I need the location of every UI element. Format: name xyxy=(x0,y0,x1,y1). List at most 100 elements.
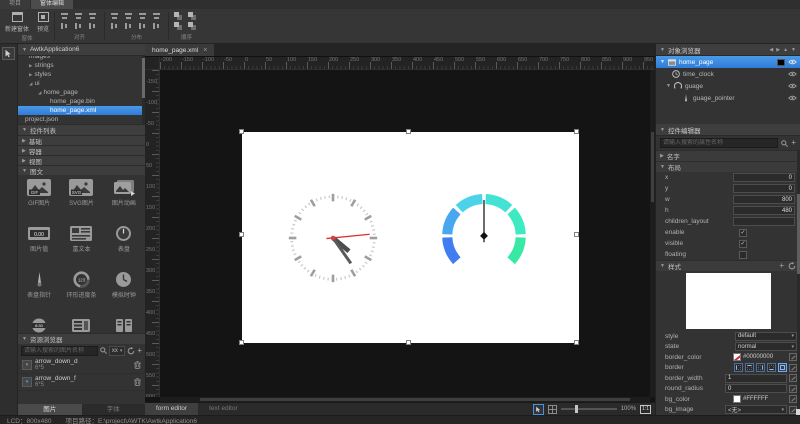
bg-color-swatch[interactable] xyxy=(733,395,741,403)
selection-handle[interactable] xyxy=(406,340,411,345)
preview-button[interactable]: 预览 xyxy=(37,12,49,33)
selection-handle[interactable] xyxy=(574,340,579,345)
w-input[interactable]: 800 xyxy=(733,195,795,204)
analog-clock-widget[interactable] xyxy=(286,191,380,285)
selection-handle[interactable] xyxy=(239,340,244,345)
tree-item-project-json[interactable]: project.json xyxy=(18,115,145,124)
align-right-icon[interactable] xyxy=(88,12,97,20)
project-root-dropdown[interactable]: ▼ AwtkApplication6 xyxy=(18,44,145,56)
resource-item[interactable]: ▾ arrow_down_f 6*5 xyxy=(18,374,145,391)
delete-icon[interactable] xyxy=(134,361,141,369)
distribute-h-center-icon[interactable] xyxy=(124,12,133,20)
section-container[interactable]: ▶容器 xyxy=(18,145,145,155)
object-home-page[interactable]: ▼ home_page xyxy=(656,56,800,68)
bg-color-reset-icon[interactable] xyxy=(789,395,797,403)
object-guage[interactable]: ▼ guage xyxy=(656,80,800,92)
widget-text-selector[interactable] xyxy=(60,317,102,333)
close-icon[interactable]: × xyxy=(203,47,207,54)
round-radius-reset-icon[interactable] xyxy=(789,385,797,393)
add-resource-icon[interactable]: + xyxy=(137,347,142,355)
reset-zoom-button[interactable]: 1:1 xyxy=(640,405,651,414)
delete-icon[interactable] xyxy=(134,378,141,386)
refresh-icon[interactable] xyxy=(127,347,135,355)
border-all-toggle[interactable] xyxy=(778,363,787,372)
align-top-icon[interactable] xyxy=(60,22,69,30)
widget-rich-text[interactable]: 富文本 xyxy=(60,225,102,259)
object-time-clock[interactable]: time_clock xyxy=(656,68,800,80)
section-style[interactable]: ▼样式 + xyxy=(656,260,800,271)
tab-project[interactable]: 项目 xyxy=(0,0,30,9)
tab-images[interactable]: 图片 xyxy=(18,404,82,415)
control-list-header[interactable]: ▼ 控件列表 xyxy=(18,124,145,135)
search-icon[interactable] xyxy=(781,140,788,147)
visible-checkbox[interactable]: ✓ xyxy=(739,240,747,248)
selection-handle[interactable] xyxy=(574,129,579,134)
widget-list-view[interactable] xyxy=(103,317,145,333)
selection-handle[interactable] xyxy=(406,129,411,134)
y-input[interactable]: 0 xyxy=(733,184,795,193)
tab-text-editor[interactable]: text editor xyxy=(198,403,249,415)
state-select[interactable]: normal▾ xyxy=(735,342,797,351)
section-basic[interactable]: ▶基础 xyxy=(18,135,145,145)
grid-toggle-icon[interactable] xyxy=(548,405,557,414)
tab-form-edit[interactable]: 窗体编辑 xyxy=(31,0,73,9)
property-search-input[interactable] xyxy=(660,138,778,148)
tree-item-styles[interactable]: ▶styles xyxy=(18,70,145,79)
resource-browser-header[interactable]: ▼ 资源浏览器 xyxy=(18,333,145,344)
object-browser-header[interactable]: ▼ 对象浏览器 ◀ ▶ ▲ ▼ xyxy=(656,44,800,56)
move-up-icon[interactable]: ▲ xyxy=(783,47,788,53)
tree-item-ui[interactable]: ◢ui xyxy=(18,79,145,88)
distribute-v-top-icon[interactable] xyxy=(110,22,119,30)
eye-icon[interactable] xyxy=(788,59,797,65)
style-select[interactable]: default▾ xyxy=(735,332,797,341)
round-radius-input[interactable]: 0 xyxy=(725,384,787,393)
border-left-toggle[interactable] xyxy=(734,363,743,372)
bring-front-icon[interactable] xyxy=(174,12,183,20)
move-right-icon[interactable]: ▶ xyxy=(776,47,780,53)
border-color-swatch[interactable] xyxy=(733,353,741,361)
border-bottom-toggle[interactable] xyxy=(767,363,776,372)
align-middle-icon[interactable] xyxy=(74,22,83,30)
widget-editor-header[interactable]: ▼ 控件编辑器 xyxy=(656,124,800,136)
send-back-icon[interactable] xyxy=(188,12,197,20)
move-down-icon[interactable]: ▼ xyxy=(791,47,796,53)
section-layout[interactable]: ▼布局 xyxy=(656,161,800,172)
select-tool-button[interactable] xyxy=(2,47,15,60)
pointer-tool-toggle[interactable] xyxy=(533,404,544,415)
h-input[interactable]: 480 xyxy=(733,206,795,215)
distribute-v-gap-icon[interactable] xyxy=(152,22,161,30)
add-style-icon[interactable]: + xyxy=(779,262,784,270)
border-width-reset-icon[interactable] xyxy=(789,374,797,382)
design-viewport[interactable] xyxy=(160,70,650,397)
add-property-icon[interactable]: + xyxy=(791,139,796,147)
tree-item-home-page[interactable]: ◢home_page xyxy=(18,88,145,97)
bring-forward-icon[interactable] xyxy=(174,22,183,30)
gauge-widget[interactable] xyxy=(438,188,530,280)
border-right-toggle[interactable] xyxy=(756,363,765,372)
widget-image-animation[interactable]: 图片动画 xyxy=(103,179,145,213)
align-bottom-icon[interactable] xyxy=(88,22,97,30)
zoom-slider-handle[interactable] xyxy=(575,405,578,413)
eye-icon[interactable] xyxy=(788,71,797,77)
border-width-input[interactable]: 1 xyxy=(725,374,787,383)
align-center-icon[interactable] xyxy=(74,12,83,20)
widget-gauge-pointer[interactable]: 表盘指针 xyxy=(18,271,60,305)
new-form-button[interactable]: 新建窗体 xyxy=(5,12,29,33)
widget-gif-image[interactable]: GIF GIF图片 xyxy=(18,179,60,213)
x-input[interactable]: 0 xyxy=(733,173,795,182)
border-color-reset-icon[interactable] xyxy=(789,353,797,361)
object-guage-pointer[interactable]: guage_pointer xyxy=(656,92,800,104)
tree-item-home-page-bin[interactable]: home_page.bin xyxy=(18,97,145,106)
tree-item-strings[interactable]: ▶strings xyxy=(18,61,145,70)
resource-search-input[interactable] xyxy=(21,346,98,356)
move-left-icon[interactable]: ◀ xyxy=(769,47,773,53)
resource-item[interactable]: ▾ arrow_down_d 6*5 xyxy=(18,357,145,374)
eye-icon[interactable] xyxy=(788,95,797,101)
floating-checkbox[interactable] xyxy=(739,251,747,259)
section-image-text[interactable]: ▼图文 xyxy=(18,165,145,175)
refresh-style-icon[interactable] xyxy=(788,262,796,270)
widget-analog-clock[interactable]: 模拟时钟 xyxy=(103,271,145,305)
eye-icon[interactable] xyxy=(788,83,797,89)
tree-item-home-page-xml[interactable]: home_page.xml xyxy=(18,106,145,115)
border-top-toggle[interactable] xyxy=(745,363,754,372)
